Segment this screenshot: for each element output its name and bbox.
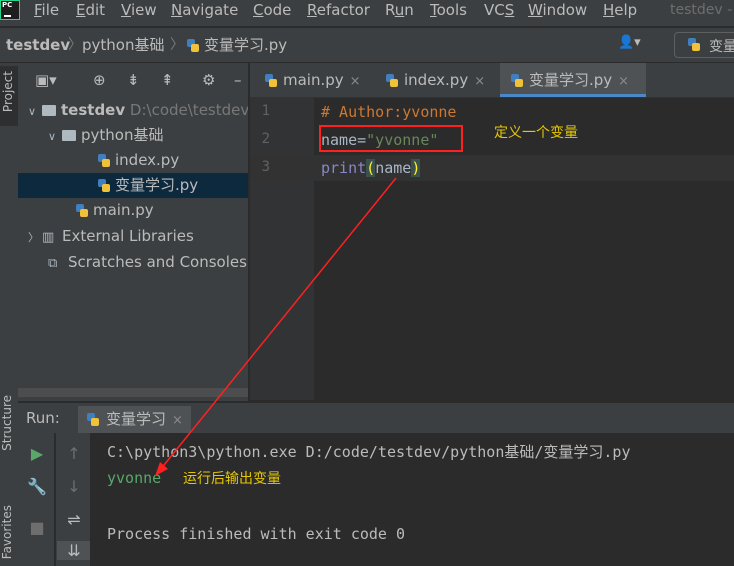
breadcrumb-folder[interactable]: python基础 <box>82 35 164 55</box>
python-file-icon <box>75 203 89 218</box>
breadcrumb-file[interactable]: 变量学习.py <box>186 35 287 55</box>
menu-file[interactable]: File <box>34 0 59 20</box>
python-file-icon <box>510 73 524 88</box>
tree-item-main[interactable]: main.py <box>18 198 248 223</box>
menu-window[interactable]: Window <box>528 0 587 20</box>
console-exit-message: Process finished with exit code 0 <box>107 525 406 543</box>
annotation-output-variable: 运行后输出变量 <box>183 471 281 487</box>
tree-item-scratches[interactable]: ⧉ Scratches and Consoles <box>18 250 248 275</box>
tree-item-external-libraries[interactable]: 〉 ▥ External Libraries <box>18 224 248 249</box>
tree-item-folder[interactable]: ∨ python基础 <box>18 123 248 148</box>
menu-tools[interactable]: Tools <box>430 0 467 20</box>
close-icon[interactable]: × <box>172 413 183 428</box>
scroll-to-end-icon[interactable]: ⇊ <box>57 541 91 560</box>
python-file-icon <box>264 73 278 88</box>
python-file-icon <box>97 153 111 168</box>
chevron-down-icon: ∨ <box>48 130 57 143</box>
project-tool-tab[interactable]: Project <box>0 66 18 126</box>
structure-tool-tab[interactable]: Structure <box>0 395 14 451</box>
close-icon[interactable]: × <box>618 74 629 89</box>
arrow-up-icon[interactable]: ↑ <box>57 444 91 463</box>
menu-edit[interactable]: Edit <box>76 0 105 20</box>
python-file-icon <box>86 412 100 427</box>
chevron-down-icon: ∨ <box>28 105 37 118</box>
tree-item-root[interactable]: ∨ testdev D:\code\testdev <box>18 98 248 123</box>
close-icon[interactable]: × <box>350 74 361 89</box>
project-horizontal-scrollbar[interactable] <box>18 388 248 397</box>
line-number: 2 <box>261 131 270 147</box>
python-file-icon <box>385 73 399 88</box>
menu-code[interactable]: Code <box>253 0 291 20</box>
library-icon: ▥ <box>42 230 55 245</box>
menu-run[interactable]: Run <box>385 0 414 20</box>
menu-view[interactable]: View <box>121 0 157 20</box>
rerun-icon[interactable]: ▶ <box>20 444 54 463</box>
breadcrumb-separator-icon: 〉 <box>68 37 82 53</box>
arrow-down-icon[interactable]: ↓ <box>57 477 91 496</box>
breadcrumb-separator-icon: 〉 <box>170 37 184 53</box>
run-label: Run: <box>26 409 60 427</box>
menu-refactor[interactable]: Refactor <box>307 0 370 20</box>
window-title: testdev - <box>670 2 733 18</box>
console-output: yvonne <box>107 469 162 487</box>
hide-icon[interactable]: – <box>234 70 242 90</box>
python-file-icon <box>687 38 701 52</box>
folder-icon <box>62 130 76 141</box>
close-icon[interactable]: × <box>474 74 485 89</box>
collapse-all-icon[interactable]: ⇞ <box>161 70 174 90</box>
highlight-box <box>319 125 463 152</box>
stop-icon[interactable]: ■ <box>20 518 54 537</box>
pycharm-logo-icon: PC <box>0 0 20 20</box>
python-file-icon <box>97 178 111 193</box>
soft-wrap-icon[interactable]: ⇌ <box>57 510 91 529</box>
code-line-1[interactable]: # Author:yvonne <box>321 99 456 125</box>
breadcrumb-project[interactable]: testdev <box>6 35 70 55</box>
menu-vcs[interactable]: VCS <box>484 0 514 20</box>
line-number: 1 <box>261 103 270 119</box>
run-configuration-selector[interactable]: 变量 <box>674 32 734 58</box>
folder-icon <box>42 105 56 116</box>
scratches-icon: ⧉ <box>48 256 58 271</box>
menu-navigate[interactable]: Navigate <box>171 0 238 20</box>
tree-item-index[interactable]: index.py <box>18 148 248 173</box>
tab-variable-study-py[interactable]: 变量学习.py × <box>500 63 646 97</box>
run-tab[interactable]: 变量学习 × <box>78 406 191 433</box>
chevron-right-icon: 〉 <box>28 231 39 244</box>
favorites-tool-tab[interactable]: Favorites <box>0 505 14 559</box>
tab-index-py[interactable]: index.py × <box>379 63 497 97</box>
annotation-define-variable: 定义一个变量 <box>494 125 578 141</box>
code-line-3[interactable]: print(name) <box>321 155 421 181</box>
left-tool-stripe <box>0 63 18 566</box>
tree-item-variable-study[interactable]: 变量学习.py <box>18 173 248 198</box>
locate-icon[interactable]: ⊕ <box>93 70 106 90</box>
line-number: 3 <box>261 159 270 175</box>
user-account-icon[interactable]: 👤▾ <box>618 35 646 55</box>
tab-main-py[interactable]: main.py × <box>258 63 370 97</box>
gear-icon[interactable]: ⚙ <box>202 70 215 90</box>
project-view-dropdown-icon[interactable]: ▣▾ <box>35 70 57 90</box>
wrench-icon[interactable]: 🔧 <box>20 477 54 496</box>
console-command: C:\python3\python.exe D:/code/testdev/py… <box>107 443 631 461</box>
expand-all-icon[interactable]: ⇟ <box>127 70 140 90</box>
menu-help[interactable]: Help <box>603 0 637 20</box>
python-file-icon <box>186 38 200 53</box>
